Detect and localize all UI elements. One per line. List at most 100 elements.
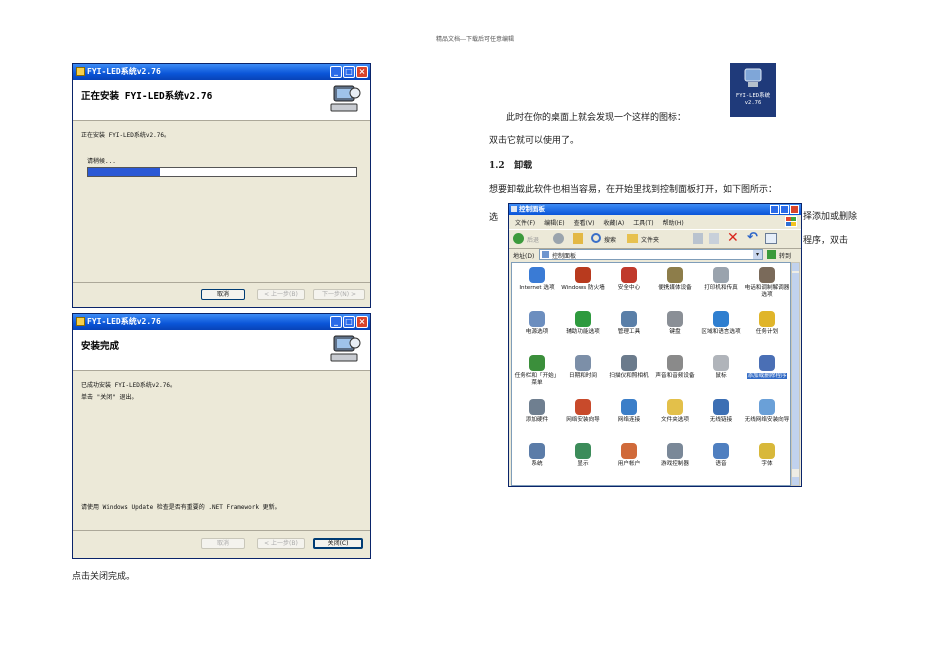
search-icon[interactable]: [591, 233, 601, 243]
address-field[interactable]: 控制面板 ▾: [539, 249, 763, 260]
cp-item[interactable]: 任务栏和「开始」菜单: [514, 355, 560, 386]
desktop-icon-text: 此时在你的桌面上就会发现一个这样的图标：: [506, 113, 687, 123]
cp-item[interactable]: 辅助功能选项: [560, 311, 606, 336]
cp-item[interactable]: 电话和调制解调器选项: [744, 267, 790, 298]
cancel-button[interactable]: 取消: [201, 538, 245, 549]
cp-item[interactable]: 无线链接: [698, 399, 744, 424]
forward-arrow-icon[interactable]: [553, 233, 564, 244]
scroll-up-icon[interactable]: [792, 263, 799, 271]
complete-banner: 安装完成: [73, 330, 370, 371]
cp-item[interactable]: 声音和音频设备: [652, 355, 698, 380]
cp-item-icon: [759, 311, 775, 327]
minimize-icon[interactable]: _: [330, 66, 342, 78]
folders-icon[interactable]: [627, 234, 638, 243]
up-folder-icon[interactable]: [573, 233, 583, 244]
cp-item[interactable]: 扫描仪和照相机: [606, 355, 652, 380]
cp-menu-item[interactable]: 收藏(A): [603, 220, 624, 227]
back-arrow-icon[interactable]: [513, 233, 524, 244]
back-label[interactable]: 后退: [527, 235, 539, 244]
back-button[interactable]: < 上一步(B): [257, 289, 305, 300]
close-icon[interactable]: [790, 205, 799, 214]
cp-item[interactable]: 便携媒体设备: [652, 267, 698, 292]
views-icon[interactable]: [765, 233, 777, 244]
back-button[interactable]: < 上一步(B): [257, 538, 305, 549]
cp-menu-item[interactable]: 编辑(E): [544, 220, 564, 227]
cp-item[interactable]: Internet 选项: [514, 267, 560, 292]
wait-label: 请稍候...: [87, 158, 116, 165]
cp-menu-item[interactable]: 文件(F): [515, 220, 535, 227]
cp-item-icon: [575, 267, 591, 283]
cp-item[interactable]: 管理工具: [606, 311, 652, 336]
minimize-icon[interactable]: [770, 205, 779, 214]
cp-item[interactable]: 无线网络安装向导: [744, 399, 790, 424]
scrollbar-thumb[interactable]: [792, 273, 799, 469]
cp-menu-item[interactable]: 帮助(H): [663, 220, 684, 227]
scroll-down-icon[interactable]: [792, 477, 799, 485]
cp-item[interactable]: 用户帐户: [606, 443, 652, 468]
maximize-icon[interactable]: □: [343, 66, 355, 78]
cp-item-label: 电话和调制解调器选项: [744, 285, 790, 298]
section-number: 1.2: [489, 161, 505, 171]
maximize-icon[interactable]: [780, 205, 789, 214]
install-progress-fill: [88, 168, 161, 176]
cp-item-icon: [529, 267, 545, 283]
cp-item[interactable]: Windows 防火墙: [560, 267, 606, 292]
cp-item[interactable]: 安全中心: [606, 267, 652, 292]
cp-item[interactable]: 鼠标: [698, 355, 744, 380]
close-icon[interactable]: ×: [356, 316, 368, 328]
cp-item-icon: [529, 443, 545, 459]
folders-label[interactable]: 文件夹: [641, 235, 659, 244]
minimize-icon[interactable]: _: [330, 316, 342, 328]
move-to-icon[interactable]: [693, 233, 703, 244]
cp-item[interactable]: 键盘: [652, 311, 698, 336]
cp-item[interactable]: 网络连接: [606, 399, 652, 424]
desktop-shortcut[interactable]: FYI-LED系统 v2.76: [730, 63, 776, 117]
close-icon[interactable]: ×: [356, 66, 368, 78]
cp-menu-item[interactable]: 查看(V): [574, 220, 595, 227]
cp-menubar: 文件(F) 编辑(E) 查看(V) 收藏(A) 工具(T) 帮助(H): [515, 218, 693, 227]
update-note: 请使用 Windows Update 检查是否有重要的 .NET Framewo…: [81, 504, 281, 511]
close-button[interactable]: 关闭(C): [313, 538, 363, 549]
cp-item[interactable]: 系统: [514, 443, 560, 468]
cp-item[interactable]: 添加或删除程序: [744, 355, 790, 380]
cancel-button[interactable]: 取消: [201, 289, 245, 300]
address-value: 控制面板: [552, 253, 577, 260]
cp-item[interactable]: 字体: [744, 443, 790, 468]
install-progress-bar: [87, 167, 357, 177]
select-prefix: 选: [489, 213, 499, 223]
cp-item[interactable]: 网络安装向导: [560, 399, 606, 424]
chevron-down-icon[interactable]: ▾: [753, 250, 762, 259]
undo-icon[interactable]: ↶: [747, 231, 758, 245]
search-label[interactable]: 搜索: [604, 235, 616, 244]
cp-item[interactable]: 添加硬件: [514, 399, 560, 424]
cp-item[interactable]: 日期和时间: [560, 355, 606, 380]
cp-item[interactable]: 区域和语言选项: [698, 311, 744, 336]
go-label[interactable]: 转到: [779, 251, 791, 260]
copy-to-icon[interactable]: [709, 233, 719, 244]
cp-item-label: Windows 防火墙: [561, 285, 605, 291]
cp-item[interactable]: 游戏控制器: [652, 443, 698, 468]
cp-item-label: 无线网络安装向导: [744, 417, 790, 423]
cp-item[interactable]: 任务计划: [744, 311, 790, 336]
cp-item[interactable]: 显示: [560, 443, 606, 468]
cp-icon-area: Internet 选项 Windows 防火墙 安全中心 便携媒体设备 打印机和传真 电话…: [511, 262, 791, 486]
cp-item-label: 添加或删除程序: [747, 373, 787, 379]
maximize-icon[interactable]: □: [343, 316, 355, 328]
control-panel-icon: [511, 206, 517, 212]
next-button[interactable]: 下一步(N) >: [313, 289, 365, 300]
cp-item-icon: [667, 267, 683, 283]
delete-icon[interactable]: ✕: [727, 231, 739, 245]
cp-item-icon: [575, 399, 591, 415]
select-suffix-1: 择添加或删除: [803, 212, 858, 222]
go-arrow-icon[interactable]: [767, 250, 776, 259]
section-title: 卸载: [514, 161, 533, 171]
vertical-scrollbar[interactable]: [791, 262, 800, 486]
cp-titlebar: 控制面板: [509, 204, 801, 215]
cp-item[interactable]: 打印机和传真: [698, 267, 744, 292]
cp-item[interactable]: 文件夹选项: [652, 399, 698, 424]
cp-item-label: 游戏控制器: [661, 461, 689, 467]
cp-item[interactable]: 电源选项: [514, 311, 560, 336]
desktop-icon-label: FYI-LED系统 v2.76: [735, 93, 771, 106]
cp-menu-item[interactable]: 工具(T): [633, 220, 653, 227]
cp-item[interactable]: 语音: [698, 443, 744, 468]
